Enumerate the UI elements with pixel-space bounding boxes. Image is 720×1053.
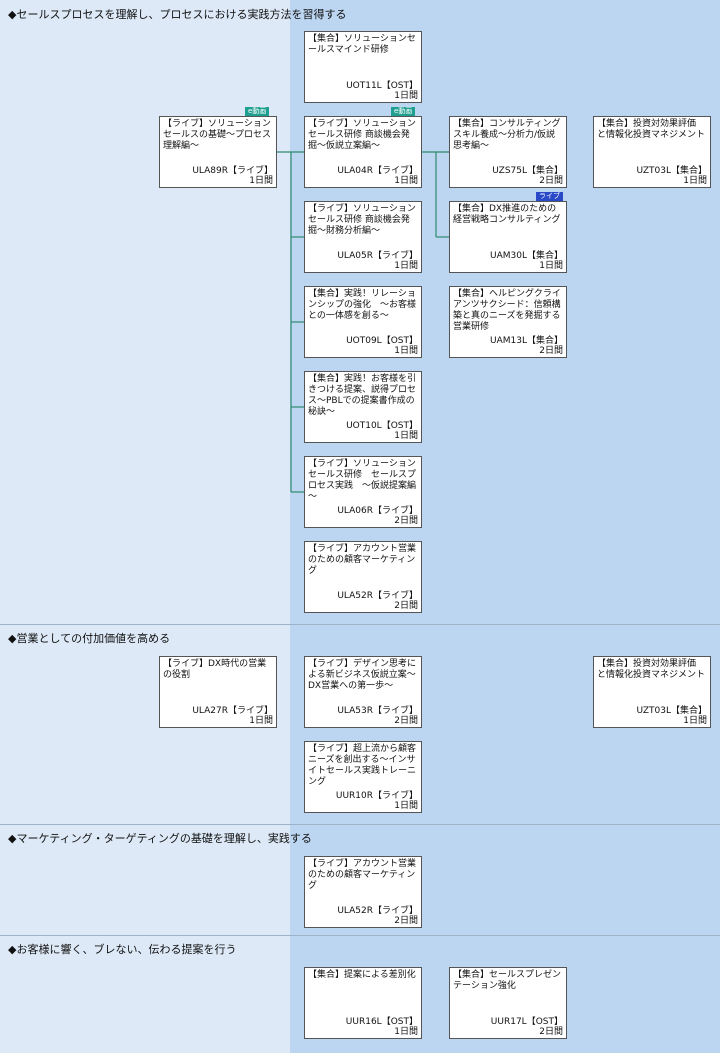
course-title: 【ライブ】ソリューションセールス研修 商談機会発掘～財務分析編～ — [308, 204, 416, 236]
course-duration: 1日間 — [683, 716, 707, 726]
course-title: 【集合】セールスプレゼンテーション強化 — [453, 970, 562, 991]
course-card[interactable]: 【ライブ】デザイン思考による新ビジネス仮説立案～DX営業への第一歩～ ULA53… — [304, 656, 422, 728]
course-card[interactable]: 【集合】ヘルピングクライアンツサクシード：信頼構築と真のニーズを発掘する営業研修… — [449, 286, 567, 358]
course-duration: 1日間 — [683, 176, 707, 186]
course-card[interactable]: 【集合】ソリューションセールスマインド研修 UOT11L【OST】 1日間 — [304, 31, 422, 103]
course-duration: 1日間 — [394, 91, 418, 101]
course-card[interactable]: 【集合】DX推進のための経営戦略コンサルティング UAM30L【集合】 1日間 — [449, 201, 567, 273]
course-duration: 1日間 — [539, 261, 563, 271]
course-card[interactable]: 【集合】実践！リレーションシップの強化 ～お客様との一体感を創る～ UOT09L… — [304, 286, 422, 358]
course-duration: 2日間 — [539, 176, 563, 186]
course-title: 【集合】DX推進のための経営戦略コンサルティング — [453, 204, 561, 225]
course-card[interactable]: 【集合】投資対効果評価 と情報化投資マネジメント UZT03L【集合】 1日間 — [593, 656, 711, 728]
course-title: 【ライブ】DX時代の営業の役割 — [163, 659, 267, 680]
course-title: 【集合】提案による差別化 — [308, 970, 416, 980]
course-duration: 2日間 — [394, 601, 418, 611]
course-title: 【ライブ】デザイン思考による新ビジネス仮説立案～DX営業への第一歩～ — [308, 659, 417, 691]
course-title: 【集合】投資対効果評価 と情報化投資マネジメント — [597, 659, 706, 680]
course-card[interactable]: 【集合】提案による差別化 UUR16L【OST】 1日間 — [304, 967, 422, 1039]
course-duration: 1日間 — [394, 801, 418, 811]
course-duration: 1日間 — [249, 716, 273, 726]
course-title: 【集合】投資対効果評価 と情報化投資マネジメント — [597, 119, 706, 140]
course-title: 【集合】ヘルピングクライアンツサクシード：信頼構築と真のニーズを発掘する営業研修 — [453, 289, 561, 332]
course-title: 【ライブ】ソリューションセールス研修 セールスプロセス実践 ～仮説提案編～ — [308, 459, 417, 502]
course-title: 【集合】コンサルティングスキル養成～分析力/仮説思考編～ — [453, 119, 561, 151]
course-duration: 1日間 — [394, 176, 418, 186]
e-video-badge: e動画 — [391, 107, 416, 116]
course-duration: 1日間 — [394, 261, 418, 271]
course-card[interactable]: 【ライブ】ソリューションセールス研修 商談機会発掘～財務分析編～ ULA05R【… — [304, 201, 422, 273]
course-title: 【集合】ソリューションセールスマインド研修 — [308, 34, 416, 55]
course-card[interactable]: 【集合】投資対効果評価 と情報化投資マネジメント UZT03L【集合】 1日間 — [593, 116, 711, 188]
course-title: 【集合】実践！お客様を引きつける提案、説得プロセス～PBLでの提案書作成の秘訣～ — [308, 374, 417, 417]
course-title: 【ライブ】超上流から顧客ニーズを創出する～インサイトセールス実践トレーニング — [308, 744, 417, 787]
course-duration: 2日間 — [394, 716, 418, 726]
course-card[interactable]: 【ライブ】ソリューションセールス研修 セールスプロセス実践 ～仮説提案編～ UL… — [304, 456, 422, 528]
course-title: 【集合】実践！リレーションシップの強化 ～お客様との一体感を創る～ — [308, 289, 417, 321]
course-card[interactable]: 【集合】セールスプレゼンテーション強化 UUR17L【OST】 2日間 — [449, 967, 567, 1039]
course-duration: 1日間 — [249, 176, 273, 186]
course-title: 【ライブ】アカウント営業のための顧客マーケティング — [308, 544, 417, 576]
course-duration: 1日間 — [394, 1027, 418, 1037]
course-duration: 2日間 — [394, 516, 418, 526]
course-card[interactable]: 【ライブ】ソリューションセールスの基礎～プロセス理解編～ ULA89R【ライブ】… — [159, 116, 277, 188]
course-duration: 2日間 — [539, 346, 563, 356]
live-badge: ライブ — [536, 192, 563, 201]
course-card[interactable]: 【ライブ】ソリューションセールス研修 商談機会発掘～仮説立案編～ ULA04R【… — [304, 116, 422, 188]
course-duration: 2日間 — [539, 1027, 563, 1037]
course-duration: 1日間 — [394, 346, 418, 356]
course-card[interactable]: 【ライブ】DX時代の営業の役割 ULA27R【ライブ】 1日間 — [159, 656, 277, 728]
course-card[interactable]: 【ライブ】超上流から顧客ニーズを創出する～インサイトセールス実践トレーニング U… — [304, 741, 422, 813]
course-card[interactable]: 【集合】実践！お客様を引きつける提案、説得プロセス～PBLでの提案書作成の秘訣～… — [304, 371, 422, 443]
course-duration: 2日間 — [394, 916, 418, 926]
course-card[interactable]: 【ライブ】アカウント営業のための顧客マーケティング ULA52R【ライブ】 2日… — [304, 541, 422, 613]
course-duration: 1日間 — [394, 431, 418, 441]
course-title: 【ライブ】ソリューションセールス研修 商談機会発掘～仮説立案編～ — [308, 119, 416, 151]
course-title: 【ライブ】ソリューションセールスの基礎～プロセス理解編～ — [163, 119, 272, 151]
course-card[interactable]: 【ライブ】アカウント営業のための顧客マーケティング ULA52R【ライブ】 2日… — [304, 856, 422, 928]
course-title: 【ライブ】アカウント営業のための顧客マーケティング — [308, 859, 417, 891]
e-video-badge: e動画 — [245, 107, 270, 116]
course-card[interactable]: 【集合】コンサルティングスキル養成～分析力/仮説思考編～ UZS75L【集合】 … — [449, 116, 567, 188]
